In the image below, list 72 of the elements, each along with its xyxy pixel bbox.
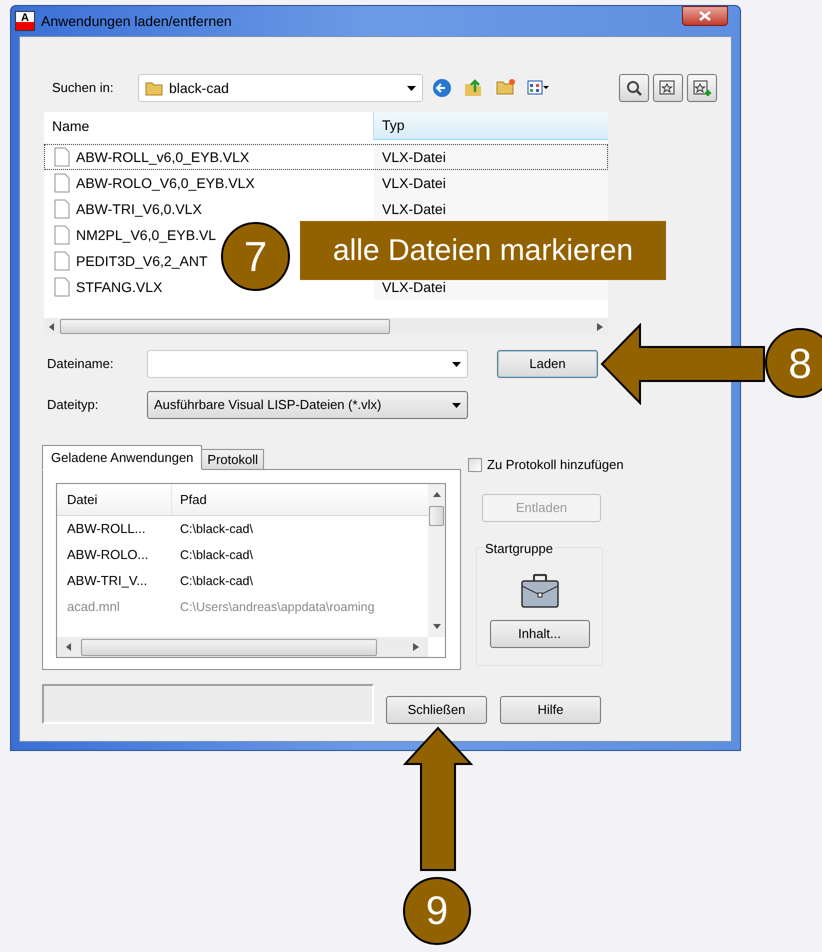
file-type: VLX-Datei <box>382 278 446 296</box>
look-in-label: Suchen in: <box>52 79 114 98</box>
file-name-field[interactable] <box>147 350 468 378</box>
dialog-button[interactable]: Schließen <box>386 696 487 724</box>
file-row[interactable]: ABW-TRI_V6,0.VLX VLX-Datei <box>44 196 608 222</box>
column-header[interactable]: Typ <box>374 112 608 140</box>
scroll-right-icon <box>413 643 419 651</box>
scroll-left-icon <box>66 643 72 651</box>
file-icon <box>54 251 70 271</box>
checkbox-label: Zu Protokoll hinzufügen <box>487 456 624 474</box>
find-button[interactable] <box>619 74 649 102</box>
tab[interactable]: Protokoll <box>202 449 264 470</box>
close-icon <box>699 11 711 21</box>
column-header[interactable]: Pfad <box>172 484 428 515</box>
file-type: VLX-Datei <box>382 148 446 166</box>
file-type-dropdown[interactable]: Ausführbare Visual LISP-Dateien (*.vlx) <box>147 391 468 419</box>
step-number-badge: 9 <box>403 877 471 945</box>
dropdown-arrow-icon <box>452 362 461 366</box>
file-icon <box>54 277 70 297</box>
file-type-label: Dateityp: <box>47 396 100 414</box>
back-icon <box>432 78 452 98</box>
star-plus-icon <box>692 78 712 98</box>
file-name: PEDIT3D_V6,2_ANT <box>76 252 208 271</box>
file-row[interactable]: ABW-ROLL_v6,0_EYB.VLX VLX-Datei <box>44 144 608 170</box>
scroll-down-icon <box>432 623 440 629</box>
load-button[interactable]: Laden <box>497 350 598 378</box>
look-in-value: black-cad <box>169 78 230 98</box>
file-name: NM2PL_V6,0_EYB.VL <box>76 226 216 245</box>
horizontal-scrollbar[interactable] <box>44 318 608 335</box>
file-icon <box>54 199 70 219</box>
arrow-left-icon <box>600 323 766 405</box>
file-row[interactable]: ABW-ROLO_V6,0_EYB.VLX VLX-Datei <box>44 170 608 196</box>
scroll-right-icon <box>597 322 603 330</box>
callout-tooltip: alle Dateien markieren <box>300 221 666 280</box>
checkbox[interactable] <box>468 458 482 472</box>
scroll-left-icon <box>49 322 55 330</box>
file-icon <box>54 173 70 193</box>
loaded-app-row[interactable]: ABW-ROLO... C:\black-cad\ <box>57 542 428 568</box>
favorites-button[interactable] <box>653 74 683 102</box>
vertical-scrollbar[interactable] <box>428 484 445 637</box>
scrollbar-thumb[interactable] <box>429 506 444 526</box>
folder-up-icon <box>464 78 484 98</box>
file-type: VLX-Datei <box>382 174 446 192</box>
scrollbar-thumb[interactable] <box>81 638 377 656</box>
contents-button[interactable]: Inhalt... <box>490 620 590 648</box>
horizontal-scrollbar[interactable] <box>57 637 428 657</box>
app-logo: A <box>15 11 35 31</box>
file-name: ABW-TRI_V6,0.VLX <box>76 200 202 219</box>
arrow-up-icon <box>403 726 473 872</box>
file-icon <box>54 225 70 245</box>
dialog-button[interactable]: Hilfe <box>500 696 601 724</box>
loaded-app-row[interactable]: ABW-ROLL... C:\black-cad\ <box>57 516 428 542</box>
file-type: VLX-Datei <box>382 200 446 218</box>
close-button[interactable] <box>682 6 728 26</box>
window-title: Anwendungen laden/entfernen <box>41 12 232 31</box>
loaded-app-row[interactable]: ABW-TRI_V... C:\black-cad\ <box>57 568 428 594</box>
file-name: ABW-ROLO_V6,0_EYB.VLX <box>76 174 255 193</box>
add-favorite-button[interactable] <box>687 74 717 102</box>
tab[interactable]: Geladene Anwendungen <box>42 445 202 470</box>
file-name: ABW-ROLL_v6,0_EYB.VLX <box>76 148 250 167</box>
step-number-badge: 8 <box>765 328 822 398</box>
file-icon <box>54 147 70 167</box>
scroll-up-icon <box>432 492 440 498</box>
column-header[interactable]: Datei <box>57 484 172 515</box>
file-name: STFANG.VLX <box>76 278 162 296</box>
dropdown-arrow-icon <box>407 86 416 90</box>
briefcase-icon <box>520 574 560 608</box>
dropdown-arrow-icon <box>452 402 461 408</box>
look-in-dropdown[interactable]: black-cad <box>138 74 423 102</box>
scrollbar-thumb[interactable] <box>60 319 390 334</box>
file-name-label: Dateiname: <box>47 355 114 374</box>
search-icon <box>624 78 644 98</box>
